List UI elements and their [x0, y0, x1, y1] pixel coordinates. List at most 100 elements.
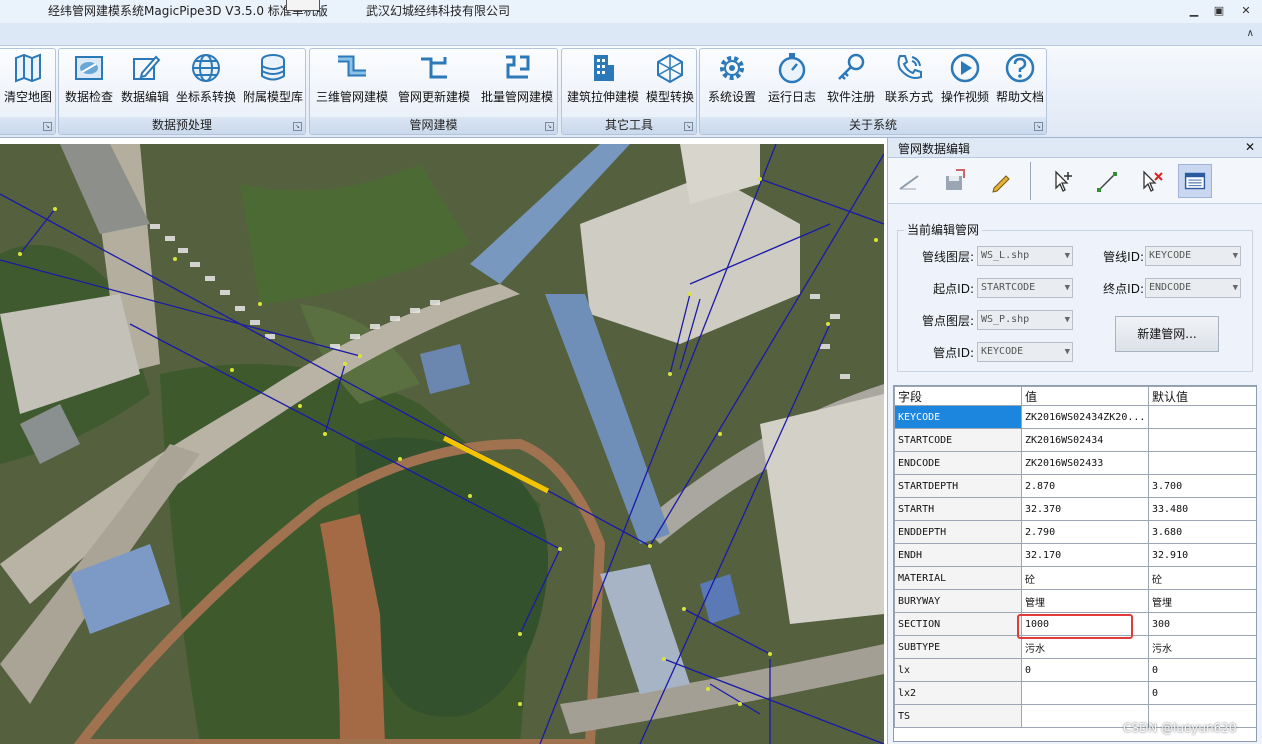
default-cell[interactable] — [1148, 405, 1256, 429]
value-cell[interactable]: 32.370 — [1021, 497, 1149, 521]
point-id-select[interactable]: KEYCODE ▼ — [977, 342, 1073, 362]
default-cell[interactable]: 0 — [1148, 681, 1256, 705]
field-name-cell[interactable]: lx — [894, 658, 1022, 682]
system-settings-button[interactable]: 系统设置 — [702, 51, 762, 109]
default-cell[interactable]: 3.680 — [1148, 520, 1256, 544]
field-name-cell[interactable]: ENDH — [894, 543, 1022, 567]
help-docs-button[interactable]: 帮助文档 — [993, 51, 1047, 109]
software-register-button[interactable]: 软件注册 — [822, 51, 880, 109]
field-name-cell[interactable]: BURYWAY — [894, 589, 1022, 613]
panel-close-icon[interactable]: ✕ — [1245, 140, 1255, 154]
attribute-grid[interactable]: 字段 值 默认值 KEYCODE ZK2016WS02434ZK20... STA… — [893, 385, 1257, 742]
coord-transform-button[interactable]: 坐标系转换 — [173, 51, 239, 109]
line-id-select[interactable]: KEYCODE ▼ — [1145, 246, 1241, 266]
table-row[interactable]: STARTH 32.370 33.480 — [894, 497, 1256, 521]
field-name-cell[interactable]: SECTION — [894, 612, 1022, 636]
field-name-cell[interactable]: STARTDEPTH — [894, 474, 1022, 498]
run-log-button[interactable]: 运行日志 — [763, 51, 821, 109]
satellite-map-canvas[interactable] — [0, 144, 884, 744]
pipe-3d-model-button[interactable]: 三维管网建模 — [312, 51, 392, 109]
draw-line-icon[interactable] — [892, 164, 926, 198]
attribute-table-icon[interactable] — [1178, 164, 1212, 198]
field-name-cell[interactable]: SUBTYPE — [894, 635, 1022, 659]
value-cell[interactable]: ZK2016WS02434ZK20... — [1021, 405, 1149, 429]
field-name-cell[interactable]: ENDCODE — [894, 451, 1022, 475]
default-cell[interactable]: 33.480 — [1148, 497, 1256, 521]
table-row[interactable]: ENDH 32.170 32.910 — [894, 543, 1256, 567]
building-extrude-button[interactable]: 建筑拉伸建模 — [563, 51, 643, 109]
map-view[interactable] — [0, 144, 884, 744]
default-cell[interactable]: 32.910 — [1148, 543, 1256, 567]
dialog-launcher-icon[interactable]: ↘ — [293, 122, 302, 131]
default-cell[interactable]: 3.700 — [1148, 474, 1256, 498]
field-name-cell[interactable]: STARTCODE — [894, 428, 1022, 452]
value-cell[interactable] — [1021, 681, 1149, 705]
pipe-update-model-button[interactable]: 管网更新建模 — [394, 51, 474, 109]
delete-select-icon[interactable] — [1134, 164, 1168, 198]
value-cell[interactable]: ZK2016WS02433 — [1021, 451, 1149, 475]
contact-button[interactable]: 联系方式 — [881, 51, 937, 109]
value-cell[interactable]: 2.790 — [1021, 520, 1149, 544]
start-id-select[interactable]: STARTCODE ▼ — [977, 278, 1073, 298]
field-name-cell[interactable]: ENDDEPTH — [894, 520, 1022, 544]
field-name-cell[interactable]: TS — [894, 704, 1022, 728]
field-name-cell[interactable]: lx2 — [894, 681, 1022, 705]
table-row[interactable]: lx 0 0 — [894, 658, 1256, 682]
field-name-cell[interactable]: MATERIAL — [894, 566, 1022, 590]
column-header-value[interactable]: 值 — [1021, 386, 1149, 406]
point-layer-value: WS_P.shp — [981, 314, 1030, 325]
default-cell[interactable]: 300 — [1148, 612, 1256, 636]
quick-access-box[interactable] — [286, 0, 320, 11]
close-button[interactable]: ✕ — [1238, 4, 1254, 18]
ribbon-collapse-button[interactable]: ∧ — [1247, 28, 1254, 39]
value-cell[interactable]: ZK2016WS02434 — [1021, 428, 1149, 452]
table-row[interactable]: STARTCODE ZK2016WS02434 — [894, 428, 1256, 452]
field-name-cell[interactable]: KEYCODE — [894, 405, 1022, 429]
minimize-button[interactable]: ▁ — [1186, 4, 1202, 18]
field-name-cell[interactable]: STARTH — [894, 497, 1022, 521]
table-row[interactable]: ENDDEPTH 2.790 3.680 — [894, 520, 1256, 544]
table-row[interactable]: lx2 0 — [894, 681, 1256, 705]
dialog-launcher-icon[interactable]: ↘ — [43, 122, 52, 131]
dialog-launcher-icon[interactable]: ↘ — [1034, 122, 1043, 131]
model-convert-button[interactable]: 模型转换 — [644, 51, 696, 109]
default-cell[interactable]: 0 — [1148, 658, 1256, 682]
column-header-field[interactable]: 字段 — [894, 386, 1022, 406]
default-cell[interactable]: 污水 — [1148, 635, 1256, 659]
data-edit-button[interactable]: 数据编辑 — [117, 51, 173, 109]
point-layer-select[interactable]: WS_P.shp ▼ — [977, 310, 1073, 330]
pencil-icon[interactable] — [984, 164, 1018, 198]
table-row[interactable]: STARTDEPTH 2.870 3.700 — [894, 474, 1256, 498]
default-cell[interactable] — [1148, 451, 1256, 475]
save-icon[interactable] — [938, 164, 972, 198]
table-row[interactable]: ENDCODE ZK2016WS02433 — [894, 451, 1256, 475]
table-row[interactable]: KEYCODE ZK2016WS02434ZK20... — [894, 405, 1256, 429]
value-cell[interactable]: 管埋 — [1021, 589, 1149, 613]
dialog-launcher-icon[interactable]: ↘ — [684, 122, 693, 131]
value-cell[interactable]: 砼 — [1021, 566, 1149, 590]
dialog-launcher-icon[interactable]: ↘ — [545, 122, 554, 131]
value-cell[interactable]: 0 — [1021, 658, 1149, 682]
default-cell[interactable]: 砼 — [1148, 566, 1256, 590]
default-cell[interactable] — [1148, 428, 1256, 452]
table-row[interactable]: MATERIAL 砼砼 — [894, 566, 1256, 590]
pipe-update-icon — [421, 57, 447, 79]
table-row[interactable]: BURYWAY 管埋 管埋 — [894, 589, 1256, 613]
model-library-button[interactable]: 附属模型库 — [241, 51, 305, 109]
select-node-icon[interactable] — [1046, 164, 1080, 198]
tutorial-video-button[interactable]: 操作视频 — [937, 51, 993, 109]
line-layer-select[interactable]: WS_L.shp ▼ — [977, 246, 1073, 266]
restore-button[interactable]: ▣ — [1211, 4, 1227, 18]
default-cell[interactable]: 管埋 — [1148, 589, 1256, 613]
end-id-select[interactable]: ENDCODE ▼ — [1145, 278, 1241, 298]
new-network-button[interactable]: 新建管网... — [1115, 316, 1219, 352]
data-check-button[interactable]: 数据检查 — [61, 51, 117, 109]
column-header-default[interactable]: 默认值 — [1148, 386, 1256, 406]
help-docs-label: 帮助文档 — [995, 90, 1044, 104]
line-tool-icon[interactable] — [1090, 164, 1124, 198]
value-cell[interactable]: 32.170 — [1021, 543, 1149, 567]
chevron-down-icon: ▼ — [1064, 315, 1070, 325]
batch-pipe-model-button[interactable]: 批量管网建模 — [476, 51, 558, 109]
clear-map-button[interactable]: 清空地图 — [1, 51, 55, 109]
value-cell[interactable]: 2.870 — [1021, 474, 1149, 498]
